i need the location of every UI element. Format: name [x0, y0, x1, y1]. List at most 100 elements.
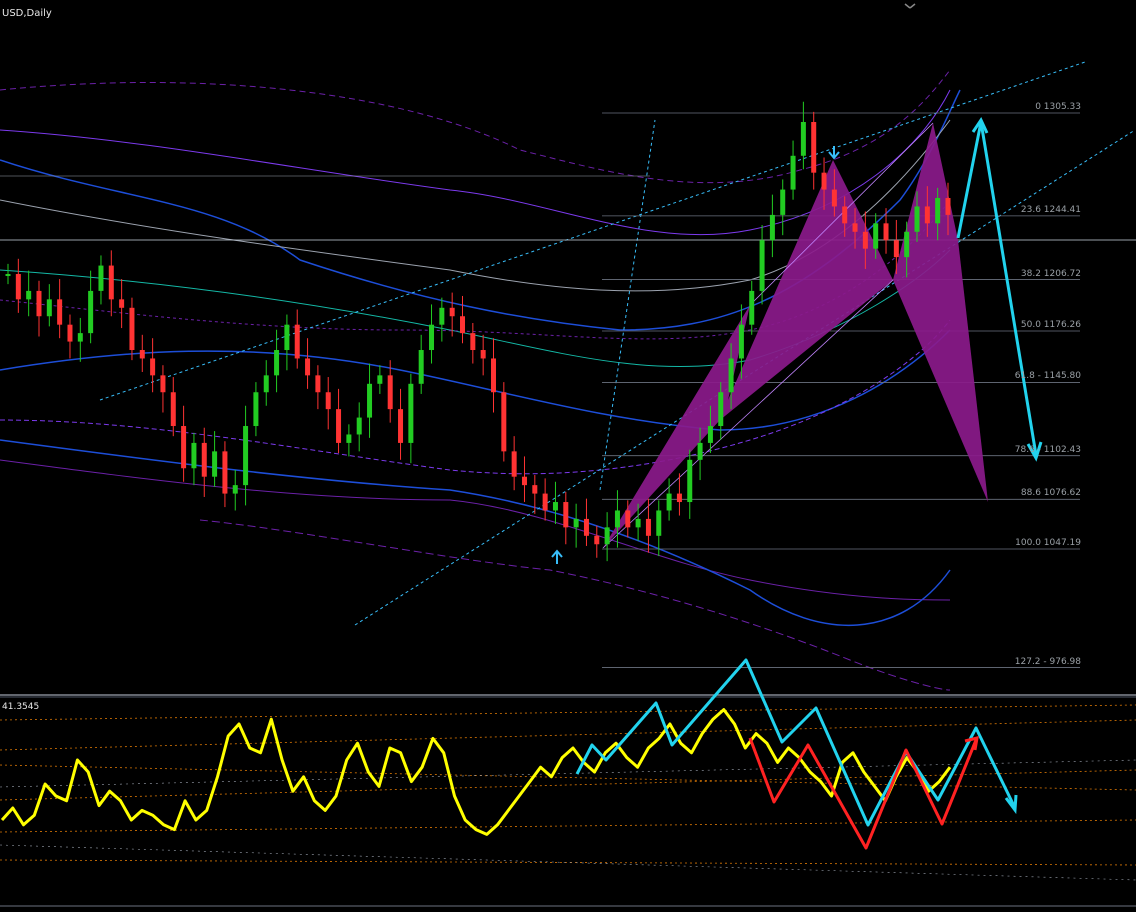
- candle-body: [356, 417, 362, 435]
- candle-body: [790, 155, 796, 190]
- fib-label: 61.8 - 1145.80: [1014, 371, 1081, 382]
- candle-body: [77, 333, 83, 342]
- candle-body: [656, 510, 662, 536]
- candle-body: [521, 476, 527, 486]
- candle-body: [243, 426, 249, 486]
- candle-body: [594, 535, 600, 545]
- candle-body: [924, 206, 930, 224]
- candle-body: [191, 442, 197, 469]
- fib-label: 50.0 1176.26: [1020, 320, 1081, 330]
- candle-body: [408, 383, 414, 443]
- candle-body: [769, 214, 775, 241]
- candle-body: [294, 324, 300, 359]
- candle-body: [945, 198, 951, 215]
- candle-body: [625, 510, 631, 528]
- candle-body: [614, 510, 620, 528]
- candle-body: [398, 409, 404, 443]
- candle-body: [346, 434, 352, 443]
- candle-body: [284, 324, 290, 351]
- candle-body: [46, 299, 52, 317]
- candle-body: [212, 451, 218, 477]
- candle-body: [490, 358, 496, 393]
- candle-body: [862, 231, 868, 249]
- symbol-timeframe-label: USD,Daily: [2, 8, 52, 19]
- candle-body: [98, 265, 104, 291]
- candle-body: [480, 350, 486, 359]
- price-chart: [0, 0, 1136, 912]
- candle-body: [707, 426, 713, 443]
- candle-body: [315, 375, 321, 393]
- candle-body: [325, 392, 331, 410]
- candle-body: [780, 189, 786, 215]
- candle-body: [57, 299, 63, 325]
- candle-body: [583, 518, 589, 536]
- candle-body: [842, 206, 848, 224]
- candle-body: [67, 324, 73, 342]
- candle-body: [26, 290, 32, 300]
- candle-body: [336, 409, 342, 443]
- candle-body: [305, 358, 311, 376]
- candle-body: [470, 333, 476, 351]
- fib-label: 127.2 - 976.98: [1014, 656, 1081, 667]
- candle-body: [666, 493, 672, 511]
- candle-body: [749, 290, 755, 325]
- candle-body: [738, 324, 744, 359]
- candle-body: [232, 485, 238, 494]
- candle-body: [563, 502, 569, 528]
- candle-body: [460, 316, 466, 334]
- candle-body: [501, 392, 507, 452]
- candle-body: [108, 265, 114, 300]
- candle-body: [170, 392, 176, 427]
- candle-body: [873, 223, 879, 249]
- candle-body: [201, 442, 207, 477]
- candle-body: [604, 527, 610, 545]
- fib-label: 38.2 1206.72: [1020, 268, 1081, 279]
- candle-body: [160, 375, 166, 393]
- oscillator-value-label: 41.3545: [2, 702, 40, 712]
- candle-body: [718, 392, 724, 427]
- candle-body: [263, 375, 269, 393]
- candle-body: [893, 240, 899, 258]
- candle-body: [439, 307, 445, 325]
- candle-body: [904, 231, 910, 258]
- candle-body: [511, 451, 517, 477]
- candle-body: [36, 290, 42, 317]
- candle-body: [5, 274, 11, 277]
- candle-body: [222, 451, 228, 494]
- candle-body: [935, 198, 941, 224]
- candle-body: [150, 358, 156, 376]
- fib-label: 100.0 1047.19: [1015, 538, 1081, 548]
- candle-body: [129, 307, 135, 351]
- candle-body: [377, 375, 383, 384]
- candle-body: [15, 274, 21, 300]
- candle-body: [759, 240, 765, 291]
- candle-body: [88, 290, 94, 334]
- fib-label: 23.6 1244.41: [1020, 204, 1081, 215]
- candle-body: [831, 189, 837, 207]
- candle-body: [852, 223, 858, 232]
- candle-body: [811, 122, 817, 173]
- candle-body: [635, 518, 641, 528]
- candle-body: [821, 172, 827, 190]
- candle-body: [449, 307, 455, 317]
- candle-body: [542, 493, 548, 511]
- candle-body: [697, 442, 703, 460]
- fib-label: 88.6 1076.62: [1020, 488, 1081, 499]
- candle-body: [387, 375, 393, 410]
- candle-body: [552, 502, 558, 511]
- candle-body: [645, 518, 651, 536]
- candle-body: [883, 223, 889, 241]
- fib-label: 78.6 - 1102.43: [1014, 444, 1081, 455]
- candle-body: [532, 485, 538, 494]
- candle-body: [676, 493, 682, 503]
- candle-body: [914, 206, 920, 232]
- candle-body: [119, 299, 125, 308]
- candle-body: [429, 324, 435, 351]
- candle-body: [274, 350, 280, 376]
- candle-body: [367, 383, 373, 418]
- candle-body: [418, 350, 424, 384]
- candle-body: [800, 122, 806, 156]
- candle-body: [253, 392, 259, 427]
- candle-body: [573, 518, 579, 528]
- candle-body: [687, 459, 693, 503]
